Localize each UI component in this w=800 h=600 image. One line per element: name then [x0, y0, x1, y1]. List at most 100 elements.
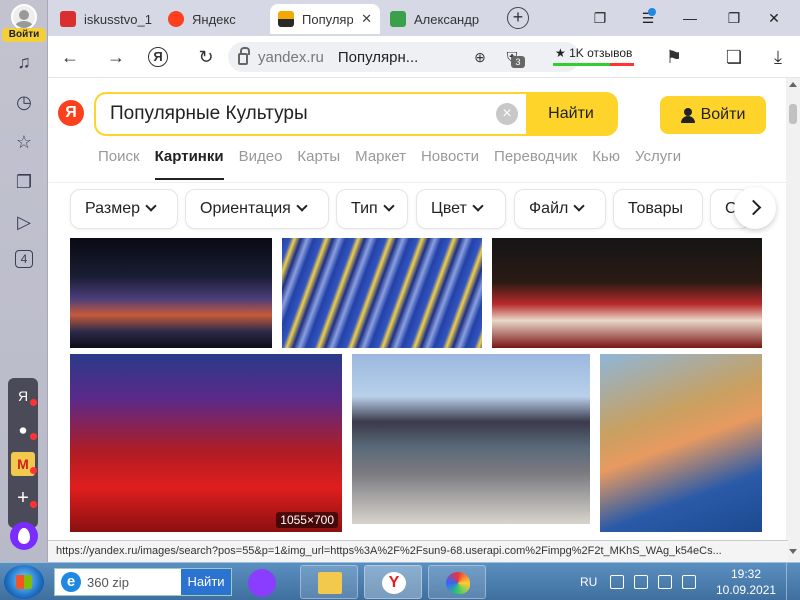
flag-icon[interactable]	[634, 575, 649, 589]
tab-bar: iskusstvo_1 Яндекс Популяр ✕ Александр +…	[48, 0, 800, 36]
filter-color[interactable]: Цвет	[416, 189, 506, 229]
service-search[interactable]: Поиск	[98, 146, 140, 180]
chevron-down-icon	[145, 200, 157, 212]
result-image[interactable]	[352, 354, 590, 524]
tab-yandex[interactable]: Яндекс	[160, 4, 268, 34]
result-image[interactable]: 1055×700	[70, 354, 342, 532]
scroll-thumb[interactable]	[789, 104, 797, 124]
forward-arrow-icon[interactable]: →	[104, 45, 128, 69]
blocked-count-badge: 3	[511, 56, 525, 68]
tab-aleksandr[interactable]: Александр	[382, 4, 490, 34]
start-button[interactable]	[4, 565, 44, 599]
collections-toolbar-icon[interactable]: ❏	[722, 45, 746, 69]
login-button[interactable]: Войти	[660, 96, 766, 134]
filter-size[interactable]: Размер	[70, 189, 178, 229]
collections-icon[interactable]: ❐	[12, 170, 36, 194]
result-image[interactable]	[492, 238, 762, 348]
filter-orientation[interactable]: Ориентация	[185, 189, 329, 229]
service-q[interactable]: Кью	[592, 146, 620, 180]
zoom-icon[interactable]: ⊕	[468, 45, 492, 69]
alice-taskbar-icon[interactable]	[248, 569, 276, 597]
taskbar-search-button[interactable]: Найти	[181, 569, 231, 595]
search-form: Популярные Культуры × Найти	[94, 92, 618, 136]
browser-e-icon: e	[61, 572, 81, 592]
tab-popular[interactable]: Популяр ✕	[270, 4, 380, 34]
taskbar-search[interactable]: e 360 zip Найти	[54, 568, 232, 596]
language-indicator[interactable]: RU	[580, 575, 597, 589]
back-arrow-icon[interactable]: ←	[58, 45, 82, 69]
search-input[interactable]: Популярные Культуры	[96, 94, 526, 134]
search-button[interactable]: Найти	[526, 94, 616, 134]
show-desktop-button[interactable]	[786, 563, 800, 600]
video-play-icon[interactable]: ▷	[12, 210, 36, 234]
clear-search-icon[interactable]: ×	[496, 103, 518, 125]
service-images[interactable]: Картинки	[154, 146, 224, 180]
yandex-logo[interactable]: Я	[58, 100, 84, 126]
bell-icon[interactable]: ♫	[12, 50, 36, 74]
folder-icon	[318, 572, 342, 594]
sheet-icon	[390, 11, 406, 27]
result-image[interactable]	[600, 354, 762, 532]
filter-file[interactable]: Файл	[514, 189, 606, 229]
images-icon	[278, 11, 294, 27]
page-scrollbar[interactable]	[786, 78, 800, 562]
address-field[interactable]: yandex.ru Популярн...	[228, 42, 580, 72]
profile-button[interactable]: Войти	[2, 4, 46, 42]
reload-icon[interactable]: ↻	[194, 45, 218, 69]
minimize-button[interactable]: —	[680, 8, 700, 28]
scroll-up-arrow-icon[interactable]	[789, 82, 797, 87]
clock[interactable]: 19:32 10.09.2021	[716, 566, 776, 598]
service-market[interactable]: Маркет	[355, 146, 406, 180]
messenger-app-icon[interactable]: ⏺	[11, 418, 37, 442]
close-window-button[interactable]: ✕	[764, 8, 784, 28]
network-icon[interactable]	[658, 575, 673, 589]
status-bar-url: https://yandex.ru/images/search?pos=55&p…	[48, 540, 788, 562]
yandex-icon	[168, 11, 184, 27]
restore-button[interactable]: ❐	[724, 8, 744, 28]
yandex-home-icon[interactable]: Я	[148, 47, 168, 67]
screen: Войти ♫ ◷ ☆ ❐ ▷ 4 Я ⏺ M + iskusstvo_1 Ян…	[0, 0, 800, 600]
yandex-browser-taskbar-button[interactable]: Y	[364, 565, 422, 599]
notification-dot	[648, 8, 656, 16]
service-maps[interactable]: Карты	[297, 146, 340, 180]
filter-type[interactable]: Тип	[336, 189, 408, 229]
hand-icon[interactable]	[610, 575, 625, 589]
side-apps-panel: Я ⏺ M +	[8, 378, 38, 528]
download-icon[interactable]: ⤓	[766, 45, 790, 69]
paint-taskbar-button[interactable]	[428, 565, 486, 599]
services-nav: Поиск Картинки Видео Карты Маркет Новост…	[98, 146, 696, 180]
reviews-widget[interactable]: ★ 1K отзывов	[553, 42, 635, 66]
mail-app-icon[interactable]: M	[11, 452, 37, 476]
yandex-app-icon[interactable]: Я	[11, 384, 37, 408]
volume-icon[interactable]	[682, 575, 697, 589]
explorer-taskbar-button[interactable]	[300, 565, 358, 599]
service-video[interactable]: Видео	[239, 146, 283, 180]
chevron-down-icon	[573, 200, 586, 212]
history-icon[interactable]: ◷	[12, 90, 36, 114]
service-news[interactable]: Новости	[421, 146, 479, 180]
taskbar-search-input[interactable]: 360 zip	[87, 575, 129, 590]
login-badge: Войти	[2, 28, 46, 42]
tabs-count-icon[interactable]: 4	[15, 250, 33, 268]
service-uslugi[interactable]: Услуги	[635, 146, 681, 180]
system-tray: RU	[580, 567, 701, 597]
tab-iskusstvo[interactable]: iskusstvo_1	[52, 4, 160, 34]
scroll-down-arrow-icon[interactable]	[789, 549, 797, 554]
filter-goods[interactable]: Товары	[613, 189, 703, 229]
user-icon	[680, 108, 695, 123]
close-tab-icon[interactable]: ✕	[361, 11, 372, 27]
result-image[interactable]	[282, 238, 482, 348]
alice-assistant-icon[interactable]	[10, 522, 38, 550]
chevron-down-icon	[472, 200, 484, 212]
tabs-manager-icon[interactable]: ❐	[590, 8, 610, 28]
add-app-icon[interactable]: +	[11, 486, 37, 510]
filters-next-arrow-icon[interactable]	[734, 187, 776, 229]
service-translate[interactable]: Переводчик	[494, 146, 577, 180]
yandex-browser-icon: Y	[382, 572, 406, 594]
result-image[interactable]	[70, 238, 272, 348]
new-tab-button[interactable]: +	[507, 7, 529, 29]
bookmark-icon[interactable]: ⚑	[662, 45, 686, 69]
windows-taskbar: e 360 zip Найти Y RU 19:32 10.09.2021	[0, 562, 800, 600]
bookmark-star-icon[interactable]: ☆	[12, 130, 36, 154]
paint-icon	[446, 572, 470, 594]
